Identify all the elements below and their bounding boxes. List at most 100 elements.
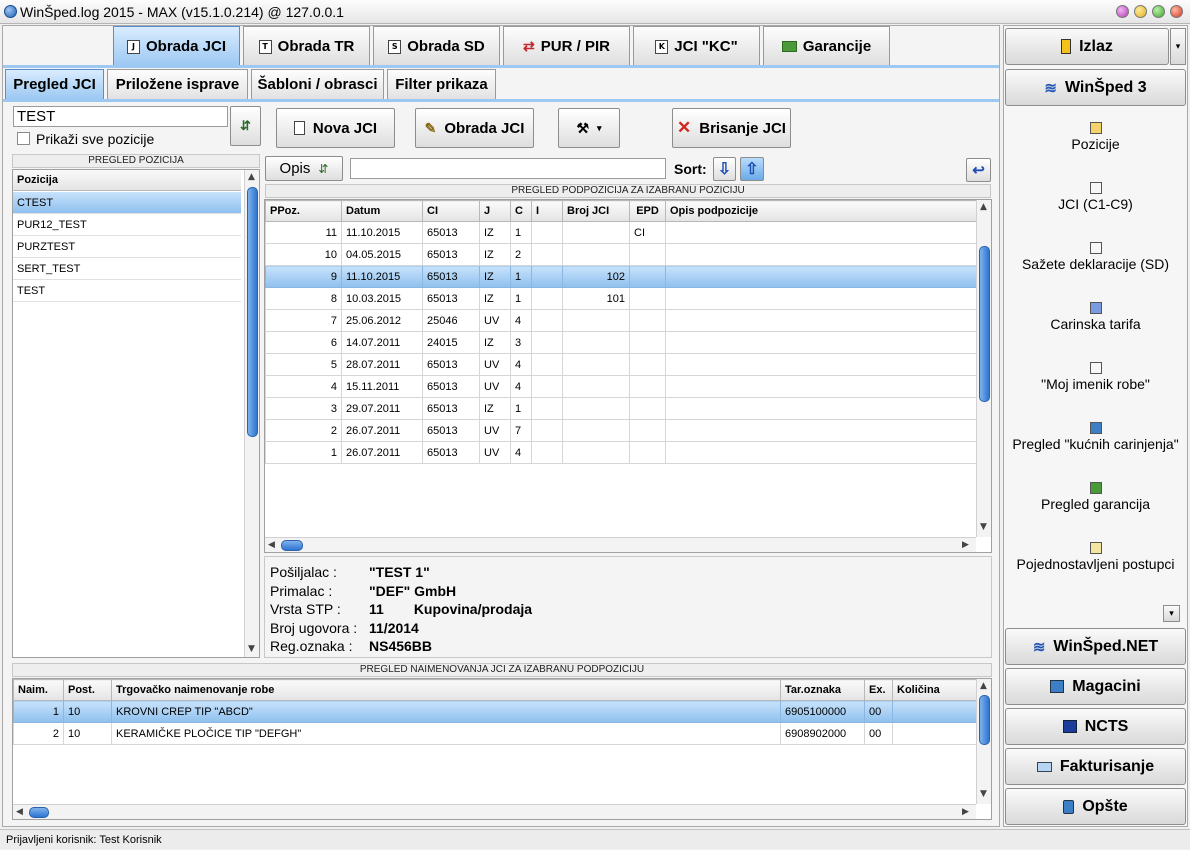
nav-item-carinska-tarifa[interactable]: Carinska tarifa — [1005, 302, 1186, 332]
column-header[interactable]: Broj JCI — [562, 200, 630, 222]
table-row[interactable]: 7 25.06.2012 25046 UV 4 — [265, 309, 977, 332]
column-header[interactable]: Količina — [892, 679, 977, 701]
table-row[interactable]: 4 15.11.2011 65013 UV 4 — [265, 375, 977, 398]
exit-dropdown[interactable]: ▾ — [1170, 28, 1186, 65]
column-header[interactable]: Trgovačko naimenovanje robe — [111, 679, 781, 701]
tab-pur-pir[interactable]: ⇄ PUR / PIR — [503, 26, 630, 66]
search-refresh-button[interactable]: ⇵ — [230, 106, 261, 146]
table-row[interactable]: 10 04.05.2015 65013 IZ 2 — [265, 243, 977, 266]
position-item[interactable]: TEST — [13, 280, 241, 302]
column-header[interactable]: I — [531, 200, 563, 222]
scroll-down-icon[interactable]: ▼ — [980, 789, 987, 799]
scroll-right-icon[interactable]: ▶ — [962, 807, 969, 817]
column-header[interactable]: Tar.oznaka — [780, 679, 865, 701]
column-header[interactable]: C — [510, 200, 532, 222]
scroll-left-icon[interactable]: ◀ — [16, 807, 23, 817]
tools-dropdown-button[interactable]: ⚒ ▾ — [558, 108, 620, 148]
scroll-right-icon[interactable]: ▶ — [962, 540, 969, 550]
scroll-thumb[interactable] — [281, 540, 303, 551]
table-row[interactable]: 6 14.07.2011 24015 IZ 3 — [265, 331, 977, 354]
column-header[interactable]: PPoz. — [265, 200, 342, 222]
close-icon[interactable] — [1170, 5, 1183, 18]
table-row[interactable]: 11 11.10.2015 65013 IZ 1 CI — [265, 221, 977, 244]
subtab-pregled-jci[interactable]: Pregled JCI — [5, 69, 104, 99]
module-fakturisanje-button[interactable]: Fakturisanje — [1005, 748, 1186, 785]
scroll-up-icon[interactable]: ▲ — [248, 172, 255, 182]
opis-button[interactable]: Opis ⇵ — [265, 156, 343, 181]
scroll-down-icon[interactable]: ▼ — [248, 644, 255, 654]
tab-obrada-sd[interactable]: S Obrada SD — [373, 26, 500, 66]
table-row[interactable]: 3 29.07.2011 65013 IZ 1 — [265, 397, 977, 420]
nav-scroll-down[interactable]: ▾ — [1163, 605, 1180, 622]
module-ncts-button[interactable]: NCTS — [1005, 708, 1186, 745]
subtab-filter-prikaza[interactable]: Filter prikaza — [387, 69, 496, 99]
column-header[interactable]: Post. — [63, 679, 112, 701]
subtab-sabloni-obrasci[interactable]: Šabloni / obrasci — [251, 69, 384, 99]
positions-scrollbar[interactable]: ▲ ▼ — [244, 170, 259, 657]
table-cell — [665, 309, 977, 332]
scroll-thumb[interactable] — [979, 695, 990, 745]
nav-item-pojednostavljeni[interactable]: Pojednostavljeni postupci — [1005, 542, 1186, 572]
nav-item-garancije[interactable]: Pregled garancija — [1005, 482, 1186, 512]
scroll-down-icon[interactable]: ▼ — [980, 522, 987, 532]
show-all-checkbox[interactable] — [17, 132, 30, 145]
subpositions-hscrollbar[interactable]: ◀ ▶ — [265, 537, 976, 552]
goods-vscrollbar[interactable]: ▲ ▼ — [976, 679, 991, 804]
scroll-thumb[interactable] — [29, 807, 49, 818]
help-icon[interactable] — [1116, 5, 1129, 18]
scroll-up-icon[interactable]: ▲ — [980, 681, 987, 691]
exit-button[interactable]: Izlaz — [1005, 28, 1169, 65]
document-sd-icon: S — [388, 39, 402, 54]
sort-ascending-button[interactable]: ⇧ — [740, 157, 764, 181]
opis-input[interactable] — [350, 158, 666, 179]
module-opste-button[interactable]: Opšte — [1005, 788, 1186, 825]
delete-jci-button[interactable]: ✕ Brisanje JCI — [672, 108, 791, 148]
nav-item-jci[interactable]: JCI (C1-C9) — [1005, 182, 1186, 212]
column-header[interactable]: J — [479, 200, 511, 222]
table-cell: 5 — [265, 353, 342, 376]
restore-icon[interactable] — [1152, 5, 1165, 18]
winsped3-button[interactable]: ≋ WinŠped 3 — [1005, 69, 1186, 106]
position-item[interactable]: PURZTEST — [13, 236, 241, 258]
sort-descending-button[interactable]: ⇩ — [713, 157, 736, 181]
column-header[interactable]: Ex. — [864, 679, 893, 701]
tab-obrada-tr[interactable]: T Obrada TR — [243, 26, 370, 66]
nav-item-pozicije[interactable]: Pozicije — [1005, 122, 1186, 152]
column-header[interactable]: CI — [422, 200, 480, 222]
edit-jci-button[interactable]: ✎ Obrada JCI — [415, 108, 534, 148]
scroll-left-icon[interactable]: ◀ — [268, 540, 275, 550]
return-button[interactable]: ↩ — [966, 158, 991, 182]
new-jci-button[interactable]: Nova JCI — [276, 108, 395, 148]
position-item[interactable]: PUR12_TEST — [13, 214, 241, 236]
table-row[interactable]: 8 10.03.2015 65013 IZ 1 101 — [265, 287, 977, 310]
scroll-up-icon[interactable]: ▲ — [980, 202, 987, 212]
scroll-thumb[interactable] — [247, 187, 258, 437]
table-row[interactable]: 1 10 KROVNI CREP TIP "ABCD" 6905100000 00 — [13, 700, 977, 723]
tab-obrada-jci[interactable]: J Obrada JCI — [113, 26, 240, 66]
tab-garancije[interactable]: Garancije — [763, 26, 890, 66]
subtab-prilozene-isprave[interactable]: Priložene isprave — [107, 69, 248, 99]
nav-item-kucna-carinjenja[interactable]: Pregled "kućnih carinjenja" — [1005, 422, 1186, 452]
position-item[interactable]: SERT_TEST — [13, 258, 241, 280]
column-header[interactable]: EPD — [629, 200, 666, 222]
table-cell — [665, 441, 977, 464]
scroll-thumb[interactable] — [979, 246, 990, 402]
tab-jci-kc[interactable]: K JCI "KC" — [633, 26, 760, 66]
nav-item-moj-imenik[interactable]: "Moj imenik robe" — [1005, 362, 1186, 392]
module-winsped-net-button[interactable]: ≋ WinŠped.NET — [1005, 628, 1186, 665]
goods-hscrollbar[interactable]: ◀ ▶ — [13, 804, 976, 819]
minimize-icon[interactable] — [1134, 5, 1147, 18]
subpositions-vscrollbar[interactable]: ▲ ▼ — [976, 200, 991, 537]
table-row[interactable]: 1 26.07.2011 65013 UV 4 — [265, 441, 977, 464]
table-row[interactable]: 5 28.07.2011 65013 UV 4 — [265, 353, 977, 376]
column-header[interactable]: Naim. — [13, 679, 64, 701]
table-row[interactable]: 2 26.07.2011 65013 UV 7 — [265, 419, 977, 442]
nav-item-sazete-deklaracije[interactable]: Sažete deklaracije (SD) — [1005, 242, 1186, 272]
table-row[interactable]: 9 11.10.2015 65013 IZ 1 102 — [265, 265, 977, 288]
position-search-input[interactable] — [13, 106, 228, 127]
column-header[interactable]: Datum — [341, 200, 423, 222]
position-item[interactable]: CTEST — [13, 192, 241, 214]
column-header[interactable]: Opis podpozicije — [665, 200, 977, 222]
module-magacini-button[interactable]: Magacini — [1005, 668, 1186, 705]
table-row[interactable]: 2 10 KERAMIČKE PLOČICE TIP "DEFGH" 69089020… — [13, 722, 977, 745]
